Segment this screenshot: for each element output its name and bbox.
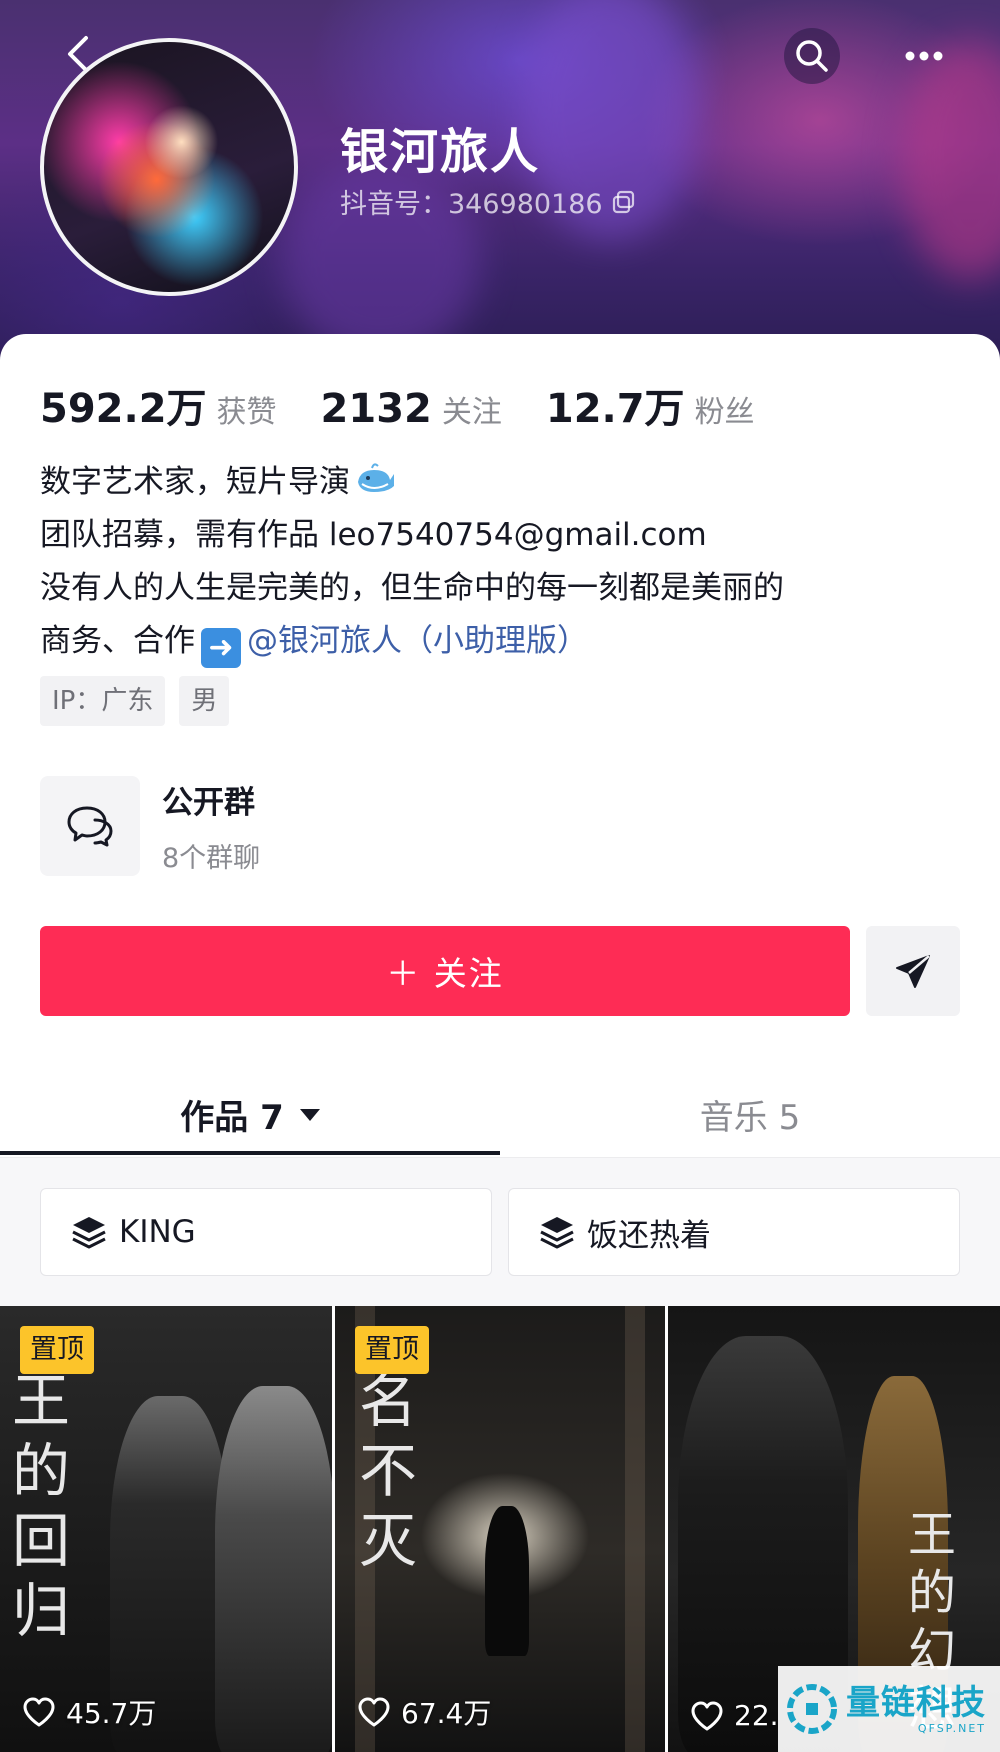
avatar[interactable] <box>40 38 298 296</box>
likes-label: 获赞 <box>216 395 277 430</box>
stage-truss <box>625 1306 645 1752</box>
video-likes: 67.4万 <box>357 1692 491 1732</box>
video-likes: 45.7万 <box>22 1692 156 1732</box>
account-id-text: 抖音号：346980186 <box>340 189 603 220</box>
gender-tag: 男 <box>179 676 230 726</box>
more-button[interactable] <box>896 28 952 84</box>
following-stat[interactable]: 2132 关注 <box>321 386 502 432</box>
public-group-entry[interactable]: 公开群 8个群聊 <box>40 776 260 876</box>
watermark-title: 量链科技 <box>846 1682 986 1723</box>
following-count: 2132 <box>320 386 432 432</box>
heart-icon <box>358 1697 390 1727</box>
profile-bio: 数字艺术家，短片导演 团队招募，需有作品 leo7540754@gmail.co… <box>40 456 784 668</box>
content-tabs: 作品 7 音乐 5 <box>0 1070 1000 1158</box>
collection-chip[interactable]: 饭还热着 <box>508 1188 960 1276</box>
bio-line: 数字艺术家，短片导演 <box>40 456 784 509</box>
watermark-logo-icon <box>787 1684 837 1734</box>
collection-chip[interactable]: KING <box>40 1188 492 1276</box>
username: 银河旅人 <box>340 124 541 180</box>
bio-line: 商务、合作 ➜ @银河旅人（小助理版） <box>40 615 784 668</box>
video-thumbnail[interactable]: 名不灭 置顶 67.4万 <box>335 1306 665 1752</box>
right-arrow-emoji-icon: ➜ <box>201 628 241 668</box>
profile-stats: 592.2万 获赞 2132 关注 12.7万 粉丝 <box>40 376 799 434</box>
followers-count: 12.7万 <box>545 386 685 432</box>
watermark-subtitle: QFSP.NET <box>917 1721 986 1735</box>
followers-label: 粉丝 <box>694 395 755 430</box>
ip-location-tag: IP：广东 <box>40 676 166 726</box>
more-dots-icon <box>905 51 943 61</box>
search-icon <box>796 40 828 72</box>
poster-figure <box>485 1506 529 1656</box>
send-icon <box>896 955 930 988</box>
caret-down-icon[interactable] <box>299 1109 320 1121</box>
video-likes: 22. <box>690 1699 779 1732</box>
tab-music-label: 音乐 5 <box>699 1097 801 1138</box>
likes-count: 592.2万 <box>40 386 207 432</box>
group-chat-icon-box <box>40 776 140 876</box>
copy-icon[interactable] <box>611 189 637 215</box>
likes-count-text: 22. <box>734 1699 779 1732</box>
bio-line: 团队招募，需有作品 leo7540754@gmail.com <box>40 517 707 553</box>
group-chat-icon <box>67 806 113 847</box>
followers-stat[interactable]: 12.7万 粉丝 <box>546 376 755 434</box>
active-tab-indicator <box>0 1151 500 1155</box>
tab-works-label: 作品 7 <box>180 1097 284 1138</box>
bio-line-text: 商务、合作 <box>40 623 195 659</box>
poster-figure <box>215 1386 332 1752</box>
pinned-badge: 置顶 <box>355 1326 429 1374</box>
group-subtitle: 8个群聊 <box>162 843 261 874</box>
layers-icon <box>540 1217 574 1249</box>
poster-title: 名不灭 <box>359 1367 420 1575</box>
bio-line: 没有人的人生是完美的，但生命中的每一刻都是美丽的 <box>40 570 784 606</box>
heart-icon <box>23 1697 55 1727</box>
likes-count-text: 67.4万 <box>401 1697 492 1730</box>
following-label: 关注 <box>441 395 502 430</box>
follow-button[interactable]: ＋ 关注 <box>40 926 850 1016</box>
whale-emoji-icon <box>358 463 394 492</box>
tab-works[interactable]: 作品 7 <box>0 1070 500 1158</box>
collection-label: 饭还热着 <box>587 1217 711 1254</box>
likes-count-text: 45.7万 <box>66 1697 157 1730</box>
watermark: 量链科技 QFSP.NET <box>778 1666 1000 1752</box>
account-id[interactable]: 抖音号：346980186 <box>340 182 637 221</box>
bio-line-text: 数字艺术家，短片导演 <box>40 464 350 500</box>
tab-music[interactable]: 音乐 5 <box>500 1070 1000 1158</box>
share-button[interactable] <box>866 926 960 1016</box>
collection-label: KING <box>119 1214 196 1250</box>
profile-tags: IP：广东 男 <box>40 676 230 726</box>
layers-icon <box>72 1217 106 1249</box>
poster-title: 王的回归 <box>12 1367 73 1645</box>
heart-icon <box>691 1701 723 1730</box>
pinned-badge: 置顶 <box>20 1326 94 1374</box>
search-button[interactable] <box>784 28 840 84</box>
likes-stat[interactable]: 592.2万 获赞 <box>40 376 277 434</box>
group-title: 公开群 <box>162 785 255 821</box>
video-thumbnail[interactable]: 王的回归 置顶 45.7万 <box>0 1306 332 1752</box>
assistant-account-link[interactable]: @银河旅人（小助理版） <box>247 623 588 659</box>
